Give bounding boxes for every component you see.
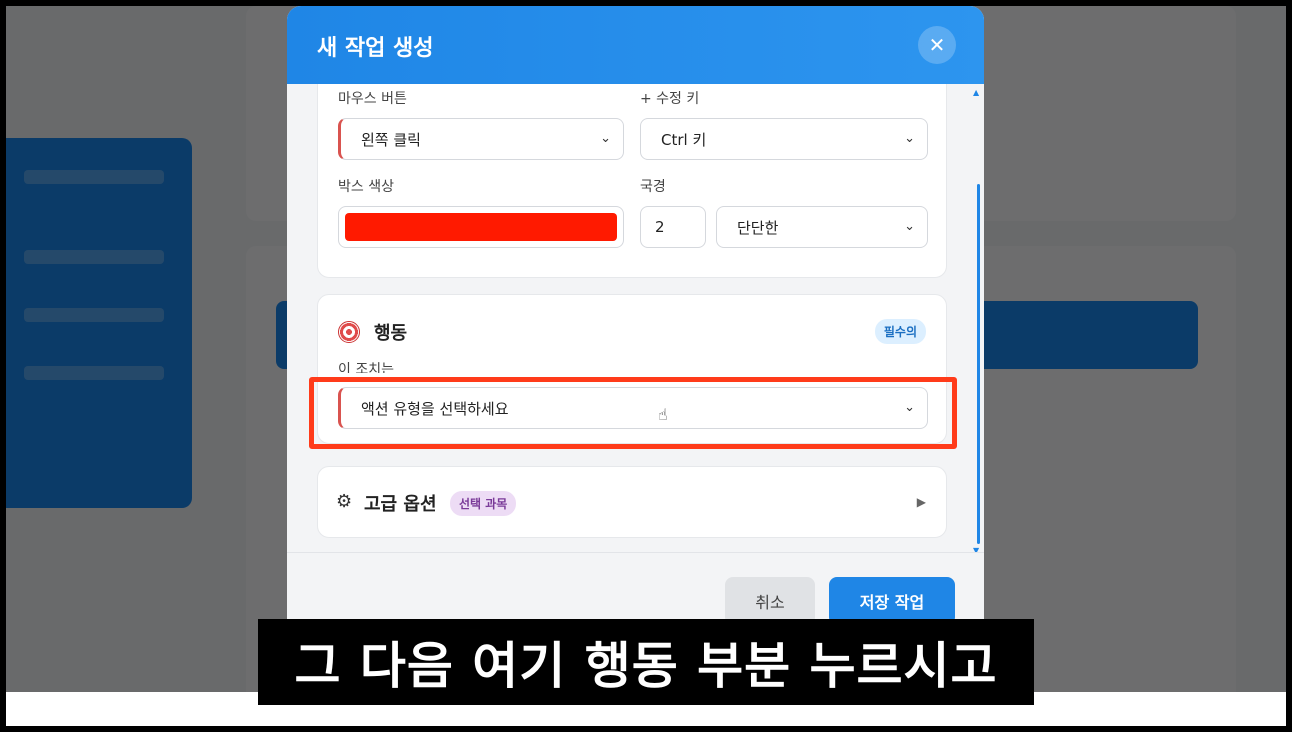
- mouse-button-select[interactable]: 왼쪽 클릭 ⌄: [338, 118, 624, 160]
- chevron-down-icon: ⌄: [904, 131, 915, 146]
- create-task-modal: 새 작업 생성 ✕ 마우스 버튼 + 수정 키 왼쪽 클릭 ⌄ Ctrl 키 ⌄…: [287, 6, 984, 726]
- close-button[interactable]: ✕: [918, 26, 956, 64]
- required-badge: 필수의: [874, 319, 926, 344]
- subtitle-text: 그 다음 여기 행동 부분 누르시고: [294, 637, 998, 695]
- border-width-input[interactable]: 2: [640, 206, 706, 248]
- border-style-value: 단단한: [737, 218, 779, 237]
- save-task-button[interactable]: 저장 작업: [829, 577, 955, 625]
- modifier-key-label: + 수정 키: [640, 91, 700, 107]
- trigger-section: 마우스 버튼 + 수정 키 왼쪽 클릭 ⌄ Ctrl 키 ⌄ 박스 색상 국경 …: [317, 84, 947, 278]
- action-field-label: 이 조치는: [338, 362, 394, 373]
- advanced-options-section[interactable]: ⚙ 고급 옵션 선택 과목 ▶: [317, 466, 947, 538]
- mouse-button-label: 마우스 버튼: [338, 91, 407, 107]
- modal-title: 새 작업 생성: [317, 36, 434, 61]
- cancel-button[interactable]: 취소: [725, 577, 815, 625]
- scrollbar-thumb[interactable]: [977, 184, 980, 544]
- modal-body: 마우스 버튼 + 수정 키 왼쪽 클릭 ⌄ Ctrl 키 ⌄ 박스 색상 국경 …: [287, 84, 984, 552]
- border-label: 국경: [640, 179, 666, 195]
- target-icon: [338, 321, 360, 343]
- modifier-key-select[interactable]: Ctrl 키 ⌄: [640, 118, 928, 160]
- modifier-key-value: Ctrl 키: [661, 130, 707, 149]
- mouse-button-value: 왼쪽 클릭: [361, 130, 421, 149]
- close-icon: ✕: [928, 33, 946, 57]
- scroll-up-icon[interactable]: ▲: [973, 88, 979, 97]
- action-section-title: 행동: [374, 323, 408, 344]
- color-swatch: [345, 213, 617, 241]
- box-color-picker[interactable]: [338, 206, 624, 248]
- advanced-options-title: 고급 옵션: [364, 494, 437, 515]
- expand-arrow-icon[interactable]: ▶: [917, 495, 926, 509]
- chevron-down-icon: ⌄: [904, 219, 915, 234]
- video-frame: 새 작업 생성 ✕ 마우스 버튼 + 수정 키 왼쪽 클릭 ⌄ Ctrl 키 ⌄…: [6, 6, 1286, 726]
- highlight-box: [309, 377, 957, 449]
- optional-badge: 선택 과목: [450, 491, 517, 516]
- border-width-value: 2: [655, 218, 665, 236]
- gear-icon: ⚙: [336, 491, 353, 512]
- box-color-label: 박스 색상: [338, 179, 394, 195]
- chevron-down-icon: ⌄: [600, 131, 611, 146]
- subtitle-bar: 그 다음 여기 행동 부분 누르시고: [258, 619, 1034, 705]
- modal-header: 새 작업 생성 ✕: [287, 6, 984, 84]
- border-style-select[interactable]: 단단한 ⌄: [716, 206, 928, 248]
